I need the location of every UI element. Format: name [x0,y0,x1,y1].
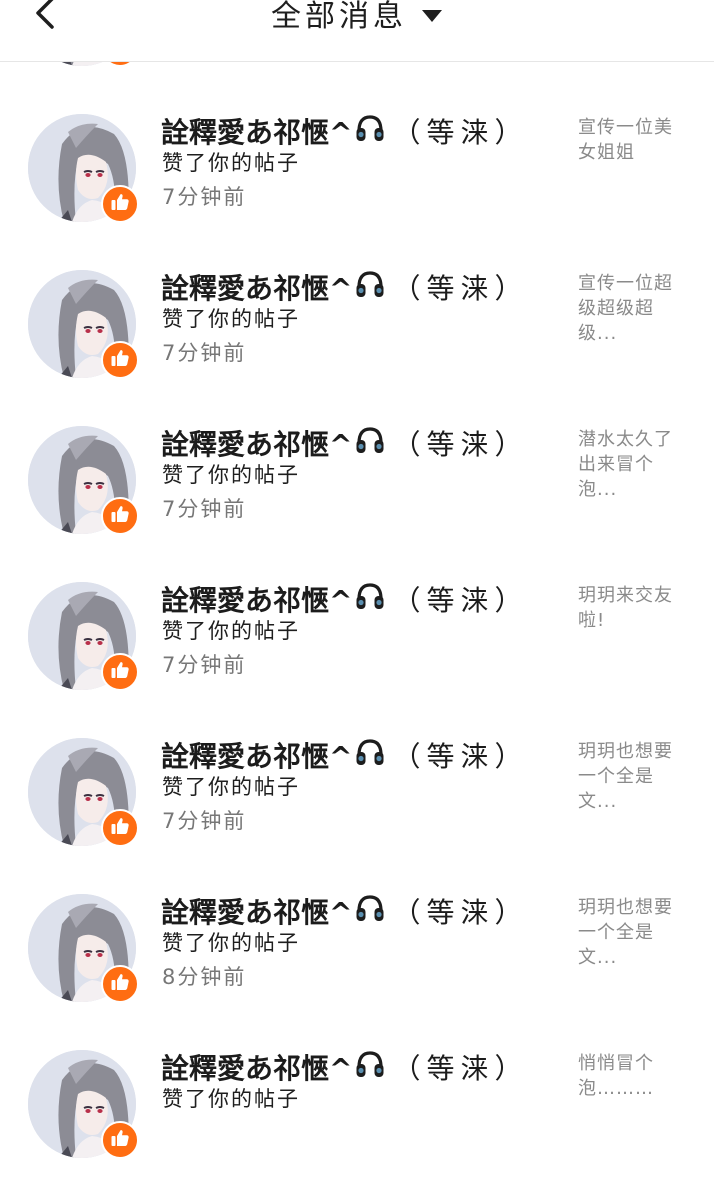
like-badge [101,1121,139,1159]
username[interactable]: 詮釋愛あ祁愜^ （等涞） [161,269,528,309]
thumbs-up-icon [110,972,130,996]
headphone-icon [354,113,386,153]
timestamp: 8分钟前 [162,965,247,989]
username-text: 詮釋愛あ祁愜^ [161,1052,353,1085]
like-badge [101,653,139,691]
action-text: 赞了你的帖子 [162,151,300,175]
thumbs-up-icon [110,1128,130,1152]
timestamp: 7分钟前 [162,809,247,833]
headphone-icon [354,269,386,309]
headphone-icon [354,1049,386,1089]
top-bar: 全部消息 [0,0,714,62]
username[interactable]: 詮釋愛あ祁愜^ （等涞） [161,893,528,933]
like-badge [101,809,139,847]
username-text: 詮釋愛あ祁愜^ [161,272,353,305]
notification-item[interactable]: 詮釋愛あ祁愜^ （等涞） 赞了你的帖子 8分钟前 玥玥也想要一个全是文... [0,885,714,1041]
username[interactable]: 詮釋愛あ祁愜^ （等涞） [161,425,528,465]
notification-item[interactable]: 詮釋愛あ祁愜^ （等涞） 赞了你的帖子 7分钟前 玥玥来交友啦! [0,573,714,729]
post-preview[interactable]: 玥玥也想要一个全是文... [578,895,682,970]
post-preview[interactable]: 潜水太久了出来冒个泡... [578,427,682,502]
notification-item[interactable]: 詮釋愛あ祁愜^ （等涞） 赞了你的帖子 7分钟前 宣传一位美女姐姐 [0,105,714,261]
post-preview[interactable]: 悄悄冒个泡……… [578,1051,682,1101]
like-badge [101,965,139,1003]
action-text: 赞了你的帖子 [162,1087,300,1111]
notification-item[interactable]: 詮釋愛あ祁愜^ （等涞） 赞了你的帖子 7分钟前 玥玥也想要一个全是文... [0,729,714,885]
headphone-icon [354,581,386,621]
username[interactable]: 詮釋愛あ祁愜^ （等涞） [161,1049,528,1089]
thumbs-up-icon [110,192,130,216]
notification-list: 詮釋愛あ祁愜^ （等涞） 赞了你的帖子 7分钟前 我想创建一个家族，各... [0,0,714,1197]
username-tag: （等涞） [392,1052,529,1085]
action-text: 赞了你的帖子 [162,931,300,955]
like-badge [101,497,139,535]
notification-item[interactable]: 詮釋愛あ祁愜^ （等涞） 赞了你的帖子 7分钟前 宣传一位超级超级超级... [0,261,714,417]
username[interactable]: 詮釋愛あ祁愜^ （等涞） [161,581,528,621]
username-text: 詮釋愛あ祁愜^ [161,740,353,773]
username-text: 詮釋愛あ祁愜^ [161,896,353,929]
username-text: 詮釋愛あ祁愜^ [161,428,353,461]
timestamp: 7分钟前 [162,185,247,209]
thumbs-up-icon [110,504,130,528]
headphone-icon [354,893,386,933]
username-tag: （等涞） [392,584,529,617]
post-preview[interactable]: 玥玥来交友啦! [578,583,682,633]
message-filter-dropdown[interactable]: 全部消息 [0,0,714,34]
username-tag: （等涞） [392,740,529,773]
headphone-icon [354,737,386,777]
username[interactable]: 詮釋愛あ祁愜^ （等涞） [161,113,528,153]
username[interactable]: 詮釋愛あ祁愜^ （等涞） [161,737,528,777]
timestamp: 7分钟前 [162,653,247,677]
caret-down-icon [421,8,443,27]
action-text: 赞了你的帖子 [162,307,300,331]
action-text: 赞了你的帖子 [162,775,300,799]
post-preview[interactable]: 宣传一位美女姐姐 [578,115,682,165]
action-text: 赞了你的帖子 [162,619,300,643]
action-text: 赞了你的帖子 [162,463,300,487]
thumbs-up-icon [110,660,130,684]
like-badge [101,185,139,223]
thumbs-up-icon [110,348,130,372]
notification-item[interactable]: 詮釋愛あ祁愜^ （等涞） 赞了你的帖子 悄悄冒个泡……… [0,1041,714,1197]
username-text: 詮釋愛あ祁愜^ [161,584,353,617]
post-preview[interactable]: 宣传一位超级超级超级... [578,271,682,346]
post-preview[interactable]: 玥玥也想要一个全是文... [578,739,682,814]
username-tag: （等涞） [392,896,529,929]
timestamp: 7分钟前 [162,341,247,365]
username-tag: （等涞） [392,272,529,305]
username-tag: （等涞） [392,428,529,461]
thumbs-up-icon [110,816,130,840]
username-text: 詮釋愛あ祁愜^ [161,116,353,149]
like-badge [101,341,139,379]
timestamp: 7分钟前 [162,497,247,521]
page-title: 全部消息 [271,0,407,34]
notification-item[interactable]: 詮釋愛あ祁愜^ （等涞） 赞了你的帖子 7分钟前 潜水太久了出来冒个泡... [0,417,714,573]
headphone-icon [354,425,386,465]
username-tag: （等涞） [392,116,529,149]
